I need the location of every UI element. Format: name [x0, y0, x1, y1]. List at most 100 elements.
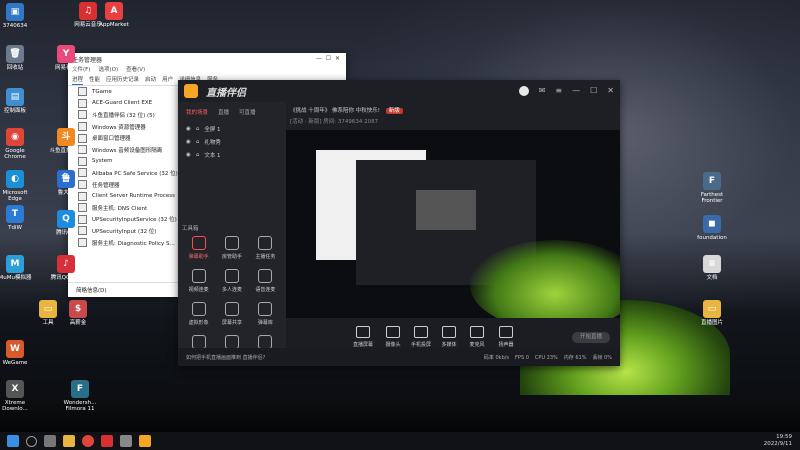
- desktop-icon-left-5[interactable]: T TdiW: [0, 205, 35, 231]
- status-hint[interactable]: 如何把手机直播画面推到 直播伴侣?: [186, 354, 265, 361]
- chat-icon[interactable]: ✉: [539, 86, 546, 96]
- search-icon[interactable]: [26, 435, 37, 447]
- desktop-app-icon: 🗑: [6, 45, 24, 63]
- desktop-icon-left-7[interactable]: W WeGame: [0, 340, 35, 366]
- netease-icon[interactable]: [101, 435, 113, 447]
- eye-icon[interactable]: ◉: [186, 139, 191, 145]
- eye-icon[interactable]: ◉: [186, 126, 191, 132]
- desktop-app-icon: A: [105, 2, 123, 20]
- status-metric: 码率 0kb/s: [483, 354, 510, 361]
- desktop-icon-right-1[interactable]: ◼ foundation: [692, 215, 732, 241]
- menu-item[interactable]: 查看(V): [126, 65, 145, 75]
- menu-icon[interactable]: ≡: [555, 86, 562, 96]
- live-companion-window[interactable]: 直播伴侣 ✉ ≡ — ☐ ✕ 我的场景 直播 可直播 ◉ ⌂ 全屏 1 ◉ ⌂ 礼物秀 ◉ ⌂ 文本…: [178, 80, 620, 366]
- desktop-icon-col2-2[interactable]: 斗斗鱼直播伴侣: [46, 128, 86, 154]
- window-controls[interactable]: — ☐ ✕: [316, 55, 340, 62]
- source-icon: [414, 326, 428, 338]
- lock-icon[interactable]: ⌂: [196, 152, 200, 158]
- tool-button[interactable]: 屏幕共享: [215, 302, 248, 326]
- desktop-app-icon: ◉: [6, 128, 24, 146]
- process-icon: [78, 238, 87, 248]
- lock-icon[interactable]: ⌂: [196, 126, 200, 132]
- minimize-icon[interactable]: —: [572, 86, 580, 96]
- desktop-app-icon: ▤: [6, 88, 24, 106]
- desktop-icon-col2-1[interactable]: Y 网易有道: [46, 45, 86, 71]
- live-companion-taskbar-icon[interactable]: [139, 435, 151, 447]
- fewer-details-link[interactable]: 简略信息(D): [76, 286, 107, 294]
- scene-tabs[interactable]: 我的场景 直播 可直播: [178, 102, 286, 122]
- task-manager-menu[interactable]: 文件(F) 选项(O) 查看(V): [68, 65, 346, 75]
- desktop-icon-col2-3[interactable]: 鲁鲁大师: [46, 170, 86, 196]
- task-view-icon[interactable]: [44, 435, 56, 447]
- desktop-icon-left-2[interactable]: ▤ 控制面板: [0, 88, 35, 114]
- desktop-icon-right-2[interactable]: ≡ 文档: [692, 255, 732, 281]
- source-icon: [386, 326, 400, 338]
- desktop-app-icon: ▣: [6, 3, 24, 21]
- file-explorer-icon[interactable]: [63, 435, 75, 447]
- stream-tag[interactable]: 新版: [385, 108, 403, 114]
- source-button[interactable]: 直播屏幕: [348, 326, 378, 348]
- go-live-button[interactable]: 开始直播: [572, 332, 610, 343]
- tab-4[interactable]: 用户: [162, 75, 173, 85]
- scene-tab-0[interactable]: 我的场景: [186, 108, 208, 116]
- tool-button[interactable]: 弹幕助手: [182, 236, 215, 260]
- source-button[interactable]: 摄像头: [378, 326, 408, 348]
- desktop-app-icon: F: [71, 380, 89, 398]
- tool-button[interactable]: 语音连麦: [249, 269, 282, 293]
- desktop-icon-left-6[interactable]: M MuMu模拟器: [0, 255, 35, 281]
- tool-button[interactable]: 视频连麦: [182, 269, 215, 293]
- chrome-icon[interactable]: [82, 435, 94, 447]
- clock[interactable]: 19:59 2022/9/11: [764, 434, 792, 448]
- scene-tab-1[interactable]: 直播: [218, 108, 229, 116]
- desktop-icon-left-8[interactable]: X Xtreme Downlo...: [0, 380, 35, 412]
- desktop-icon-top-0[interactable]: A AppMarket: [94, 2, 134, 28]
- start-icon[interactable]: [7, 435, 19, 447]
- tab-0[interactable]: 进程: [72, 75, 84, 85]
- tab-2[interactable]: 应用历史记录: [106, 75, 139, 85]
- stream-preview[interactable]: [286, 130, 620, 318]
- process-icon: [78, 156, 87, 166]
- maximize-icon[interactable]: ☐: [590, 86, 597, 96]
- tool-button[interactable]: 主播任务: [249, 236, 282, 260]
- tab-3[interactable]: 启动: [145, 75, 156, 85]
- desktop-icon-label: 斗鱼直播伴侣: [49, 148, 83, 154]
- desktop-icon-left-1[interactable]: 🗑 回收站: [0, 45, 35, 71]
- desktop-app-icon: ◼: [703, 215, 721, 233]
- source-button[interactable]: 手机投屏: [406, 326, 436, 348]
- scene-item[interactable]: ◉ ⌂ 文本 1: [178, 148, 286, 161]
- app-icon[interactable]: [120, 435, 132, 447]
- desktop-icon-right-0[interactable]: F Farthest Frontier: [692, 172, 732, 204]
- tool-icon: [258, 302, 273, 316]
- desktop-icon-left-0[interactable]: ▣ 3740634: [0, 3, 35, 29]
- scene-item[interactable]: ◉ ⌂ 礼物秀: [178, 135, 286, 148]
- desktop-icon-label: WeGame: [2, 360, 28, 366]
- window-controls[interactable]: ✉ ≡ — ☐ ✕: [518, 86, 614, 96]
- scene-list[interactable]: ◉ ⌂ 全屏 1 ◉ ⌂ 礼物秀 ◉ ⌂ 文本 1: [178, 122, 286, 161]
- desktop-icon-left-4[interactable]: ◐ Microsoft Edge: [0, 170, 35, 202]
- desktop-icon-col2-8[interactable]: $ 高薪金: [58, 300, 98, 326]
- tab-1[interactable]: 性能: [89, 75, 100, 85]
- tool-button[interactable]: 弹幕库: [249, 302, 282, 326]
- tool-button[interactable]: 虚拟形象: [182, 302, 215, 326]
- live-companion-topbar[interactable]: 直播伴侣 ✉ ≡ — ☐ ✕: [178, 80, 620, 102]
- process-icon: [78, 87, 87, 97]
- desktop-icon-col2-4[interactable]: Q 腾讯QQ: [46, 210, 86, 236]
- tool-button[interactable]: 多人连麦: [215, 269, 248, 293]
- source-button[interactable]: 扬声器: [491, 326, 521, 348]
- avatar-icon[interactable]: [518, 86, 529, 96]
- source-button[interactable]: 麦克风: [462, 326, 492, 348]
- lock-icon[interactable]: ⌂: [196, 139, 200, 145]
- task-manager-titlebar[interactable]: 任务管理器 — ☐ ✕: [68, 53, 346, 65]
- scene-tab-2[interactable]: 可直播: [239, 108, 256, 116]
- scene-item[interactable]: ◉ ⌂ 全屏 1: [178, 122, 286, 135]
- desktop-icon-label: 3740634: [2, 23, 28, 29]
- source-button[interactable]: 多媒体: [434, 326, 464, 348]
- eye-icon[interactable]: ◉: [186, 152, 191, 158]
- desktop-icon-left-3[interactable]: ◉ Google Chrome: [0, 128, 35, 160]
- tool-button[interactable]: 房管助手: [215, 236, 248, 260]
- desktop-icon-right-3[interactable]: ▭ 直播图片: [692, 300, 732, 326]
- desktop-icon-col2-6[interactable]: F Wondersh... Filmora 11: [60, 380, 100, 412]
- menu-item[interactable]: 选项(O): [98, 65, 118, 75]
- close-icon[interactable]: ✕: [607, 86, 614, 96]
- desktop-icon-col2-5[interactable]: ♪ 腾讯QQ旋律: [46, 255, 86, 281]
